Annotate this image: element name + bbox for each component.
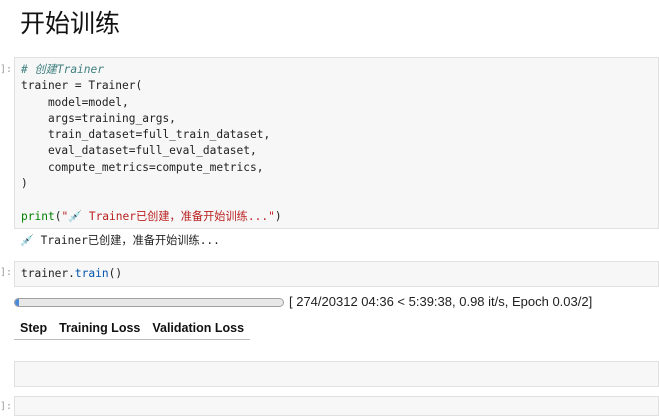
code-line: ) <box>21 177 28 191</box>
empty-code-cell[interactable] <box>14 361 659 387</box>
paren-close: ) <box>274 209 282 223</box>
cell-prompt: ]: <box>0 401 13 412</box>
code-cell-create-trainer[interactable]: # 创建Trainer trainer = Trainer( model=mod… <box>14 57 659 229</box>
code-editor[interactable]: # 创建Trainer trainer = Trainer( model=mod… <box>15 58 658 229</box>
code-line: compute_metrics=compute_metrics, <box>21 160 264 174</box>
code-line: train_dataset=full_train_dataset, <box>21 128 271 142</box>
print-keyword: print <box>21 209 55 223</box>
progress-fill <box>15 299 19 306</box>
code-object: trainer. <box>21 267 75 280</box>
code-method: train <box>74 267 109 280</box>
code-line: eval_dataset=full_eval_dataset, <box>21 144 257 158</box>
cell-prompt: ]: <box>0 267 13 278</box>
code-cell-train[interactable]: trainer.train() <box>14 261 659 287</box>
code-cell-partial[interactable] <box>14 396 659 416</box>
code-line: model=model, <box>21 95 129 109</box>
column-header-training-loss: Training Loss <box>53 316 147 340</box>
progress-status-text: [ 274/20312 04:36 < 5:39:38, 0.98 it/s, … <box>289 294 593 309</box>
code-line: trainer = Trainer( <box>21 79 143 93</box>
code-editor[interactable]: trainer.train() <box>15 262 658 286</box>
table-header-row: Step Training Loss Validation Loss <box>14 316 251 340</box>
column-header-validation-loss: Validation Loss <box>146 316 251 340</box>
code-args: () <box>108 267 123 280</box>
code-line: args=training_args, <box>21 111 176 125</box>
training-progress-bar <box>14 298 284 307</box>
cell-output-text: 💉 Trainer已创建，准备开始训练... <box>20 234 220 247</box>
print-string: "💉 Trainer已创建，准备开始训练..." <box>61 209 275 223</box>
cell-prompt: ]: <box>0 64 13 75</box>
section-heading: 开始训练 <box>20 9 121 38</box>
column-header-step: Step <box>14 316 54 340</box>
metrics-table: Step Training Loss Validation Loss <box>14 316 251 340</box>
code-comment: # 创建Trainer <box>21 63 104 76</box>
